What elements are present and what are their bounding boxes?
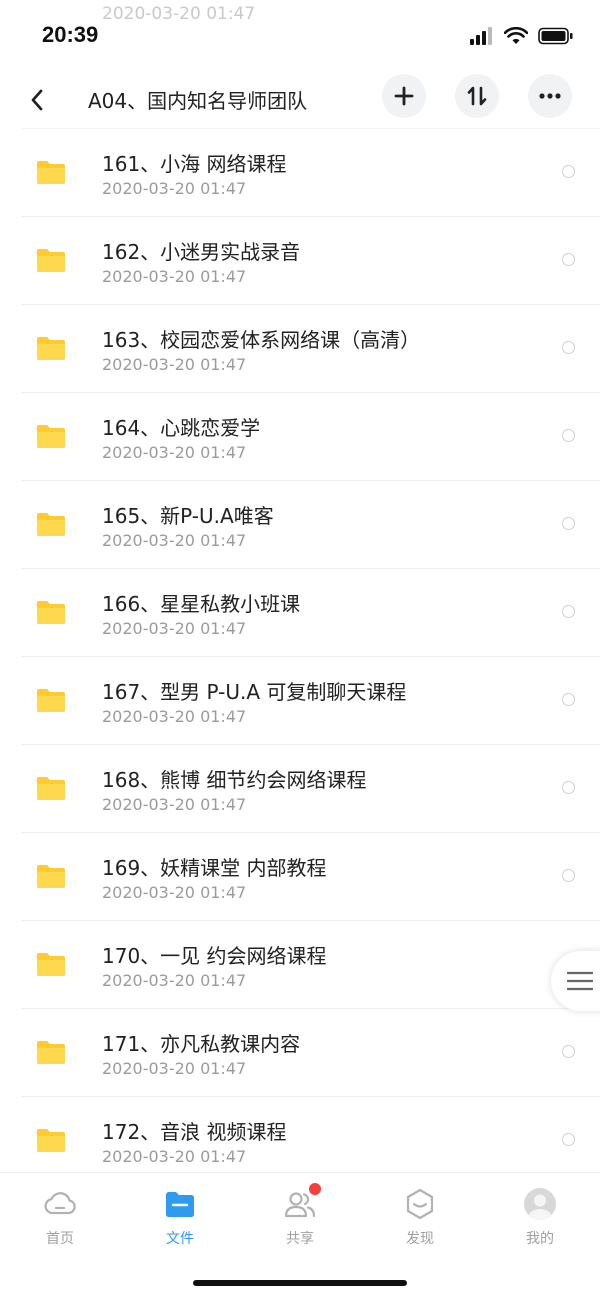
scrolled-date: 2020-03-20 01:47 [102,4,256,24]
avatar-icon [524,1188,556,1220]
tab-home[interactable]: 首页 [0,1187,120,1257]
folder-icon [37,1129,65,1152]
menu-icon [567,971,593,991]
select-radio[interactable] [562,341,575,354]
file-name: 172、音浪 视频课程 [102,1120,287,1144]
folder-icon [37,689,65,712]
file-date: 2020-03-20 01:47 [102,267,247,286]
select-radio[interactable] [562,165,575,178]
file-name: 162、小迷男实战录音 [102,240,301,264]
select-radio[interactable] [562,517,575,530]
folder-icon [37,953,65,976]
tab-label: 发现 [406,1231,434,1247]
file-date: 2020-03-20 01:47 [102,355,247,374]
folder-icon [37,337,65,360]
tab-label: 共享 [286,1231,314,1247]
tab-label: 首页 [46,1231,74,1247]
file-name: 165、新P-U.A唯客 [102,504,274,528]
file-date: 2020-03-20 01:47 [102,443,247,462]
select-radio[interactable] [562,693,575,706]
file-name: 166、星星私教小班课 [102,592,301,616]
folder-icon [37,777,65,800]
sort-icon [467,86,487,106]
tab-profile[interactable]: 我的 [480,1187,600,1257]
file-row[interactable]: 161、小海 网络课程 2020-03-20 01:47 [22,128,600,217]
file-row[interactable]: 168、熊博 细节约会网络课程 2020-03-20 01:47 [22,745,600,833]
file-name: 170、一见 约会网络课程 [102,944,327,968]
sort-button[interactable] [455,74,499,118]
more-button[interactable] [528,74,572,118]
cloud-icon [44,1192,76,1215]
back-button[interactable] [22,82,52,118]
tab-discover[interactable]: 发现 [360,1187,480,1257]
select-radio[interactable] [562,1045,575,1058]
file-list: 161、小海 网络课程 2020-03-20 01:47 162、小迷男实战录音… [22,128,600,1185]
select-radio[interactable] [562,781,575,794]
tab-label: 文件 [166,1231,194,1247]
file-name: 171、亦凡私教课内容 [102,1032,301,1056]
nav-bar: A04、国内知名导师团队 [0,72,600,128]
more-icon [539,93,561,99]
page-title: A04、国内知名导师团队 [88,89,308,113]
file-date: 2020-03-20 01:47 [102,883,247,902]
file-name: 169、妖精课堂 内部教程 [102,856,327,880]
discover-icon [406,1188,434,1220]
file-name: 161、小海 网络课程 [102,152,287,176]
file-date: 2020-03-20 01:47 [102,531,247,550]
plus-icon [394,86,414,106]
tab-files[interactable]: 文件 [120,1187,240,1257]
folder-icon [166,1192,194,1217]
battery-icon [538,27,573,45]
file-name: 164、心跳恋爱学 [102,416,261,440]
status-icons [470,26,574,46]
folder-icon [37,513,65,536]
file-row[interactable]: 171、亦凡私教课内容 2020-03-20 01:47 [22,1009,600,1097]
signal-icon [470,27,492,45]
folder-icon [37,249,65,272]
file-row[interactable]: 164、心跳恋爱学 2020-03-20 01:47 [22,393,600,481]
file-date: 2020-03-20 01:47 [102,1147,247,1166]
file-date: 2020-03-20 01:47 [102,971,247,990]
folder-icon [37,865,65,888]
file-date: 2020-03-20 01:47 [102,707,247,726]
folder-icon [37,425,65,448]
status-time: 20:39 [42,22,99,47]
notification-badge [309,1183,321,1195]
file-row[interactable]: 163、校园恋爱体系网络课（高清） 2020-03-20 01:47 [22,305,600,393]
file-name: 167、型男 P-U.A 可复制聊天课程 [102,680,407,704]
chevron-left-icon [31,89,43,111]
tab-label: 我的 [526,1231,554,1247]
select-radio[interactable] [562,253,575,266]
folder-icon [37,601,65,624]
select-radio[interactable] [562,1133,575,1146]
wifi-icon [504,27,528,44]
file-date: 2020-03-20 01:47 [102,795,247,814]
folder-icon [37,1041,65,1064]
file-row[interactable]: 165、新P-U.A唯客 2020-03-20 01:47 [22,481,600,569]
file-date: 2020-03-20 01:47 [102,619,247,638]
file-row[interactable]: 166、星星私教小班课 2020-03-20 01:47 [22,569,600,657]
tab-share[interactable]: 共享 [240,1183,360,1257]
file-name: 168、熊博 细节约会网络课程 [102,768,367,792]
folder-icon [37,161,65,184]
file-row[interactable]: 162、小迷男实战录音 2020-03-20 01:47 [22,217,600,305]
file-row[interactable]: 169、妖精课堂 内部教程 2020-03-20 01:47 [22,833,600,921]
select-radio[interactable] [562,869,575,882]
file-row[interactable]: 170、一见 约会网络课程 2020-03-20 01:47 [22,921,600,1009]
select-radio[interactable] [562,429,575,442]
home-indicator [193,1280,407,1286]
select-radio[interactable] [562,605,575,618]
file-name: 163、校园恋爱体系网络课（高清） [102,328,421,352]
file-row[interactable]: 167、型男 P-U.A 可复制聊天课程 2020-03-20 01:47 [22,657,600,745]
add-button[interactable] [382,74,426,118]
file-date: 2020-03-20 01:47 [102,179,247,198]
file-date: 2020-03-20 01:47 [102,1059,247,1078]
status-bar: 2020-03-20 01:47 20:39 [0,0,600,72]
